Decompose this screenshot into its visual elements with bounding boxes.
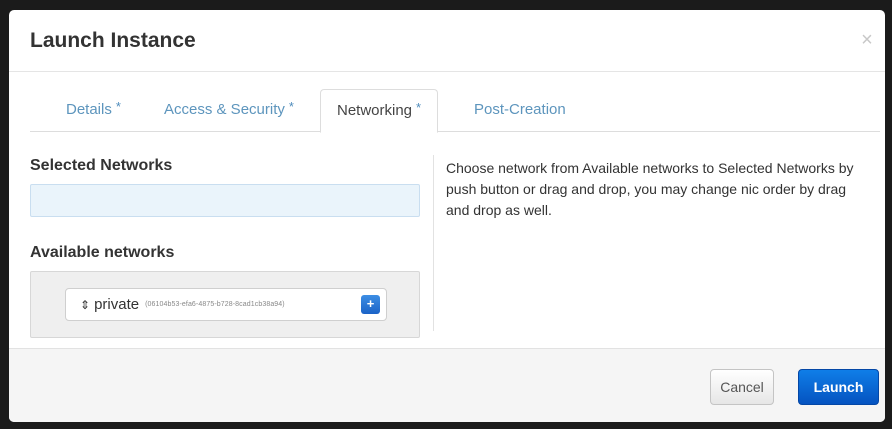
tab-label: Networking bbox=[337, 102, 413, 119]
add-network-button[interactable]: + bbox=[361, 295, 380, 314]
tab-networking[interactable]: Networking * bbox=[320, 89, 439, 133]
required-marker: * bbox=[115, 99, 121, 114]
network-id: (06104b53-efa6-4875-b728-8cad1cb38a94) bbox=[145, 301, 285, 308]
networking-help-text: Choose network from Available networks t… bbox=[446, 160, 854, 218]
launch-instance-modal: Launch Instance × Details * Access & Secu… bbox=[9, 10, 885, 422]
network-name: private bbox=[94, 296, 140, 313]
tab-bar: Details * Access & Security * Networking * … bbox=[30, 89, 880, 133]
selected-networks-label: Selected Networks bbox=[30, 157, 173, 174]
tab-label: Post-Creation bbox=[474, 101, 566, 118]
tab-post-creation[interactable]: Post-Creation bbox=[458, 89, 582, 132]
modal-title: Launch Instance bbox=[30, 29, 196, 52]
selected-networks-dropzone[interactable] bbox=[30, 184, 420, 217]
drag-sort-icon: ⇕ bbox=[80, 297, 91, 312]
required-marker: * bbox=[416, 100, 422, 115]
tab-details[interactable]: Details * bbox=[50, 89, 137, 132]
cancel-button[interactable]: Cancel bbox=[710, 369, 774, 405]
tab-label: Details bbox=[66, 101, 112, 118]
available-networks-list: ⇕ private (06104b53-efa6-4875-b728-8cad1… bbox=[30, 271, 420, 338]
required-marker: * bbox=[288, 99, 294, 114]
close-icon[interactable]: × bbox=[858, 29, 876, 51]
modal-header: Launch Instance × bbox=[9, 10, 885, 72]
column-divider bbox=[433, 155, 434, 331]
networks-column: Selected Networks Available networks ⇕ p… bbox=[30, 157, 420, 338]
available-networks-label: Available networks bbox=[30, 244, 175, 261]
network-item-private[interactable]: ⇕ private (06104b53-efa6-4875-b728-8cad1… bbox=[65, 288, 387, 321]
launch-button[interactable]: Launch bbox=[798, 369, 879, 405]
modal-footer: Cancel Launch bbox=[9, 348, 885, 422]
tab-label: Access & Security bbox=[164, 101, 285, 118]
tab-access-security[interactable]: Access & Security * bbox=[148, 89, 310, 132]
